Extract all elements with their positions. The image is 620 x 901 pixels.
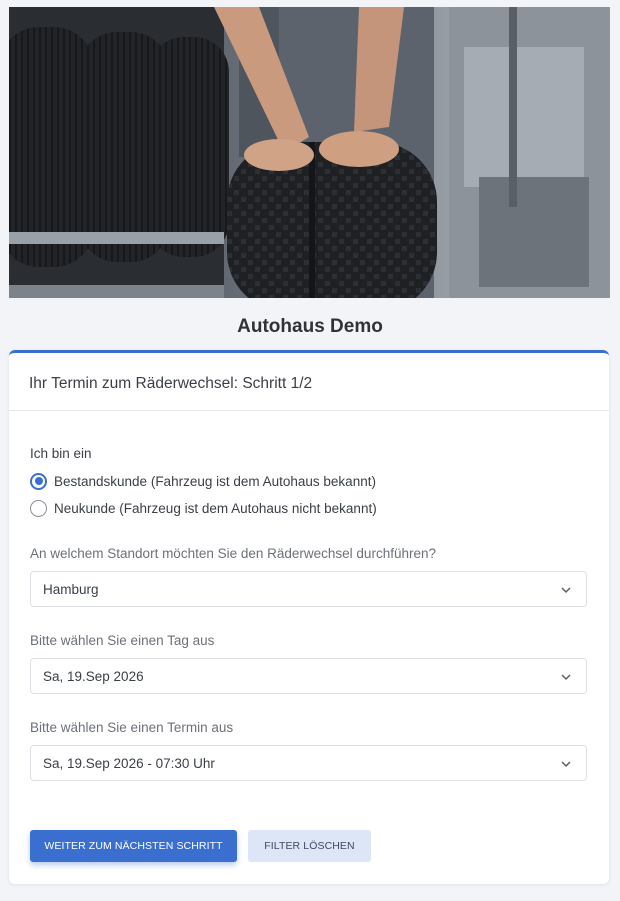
day-select-value: Sa, 19.Sep 2026: [43, 668, 144, 684]
slot-select-value: Sa, 19.Sep 2026 - 07:30 Uhr: [43, 755, 215, 771]
location-select-value: Hamburg: [43, 581, 99, 597]
slot-label: Bitte wählen Sie einen Termin aus: [30, 720, 234, 735]
chevron-down-icon: [561, 587, 571, 594]
radio-unchecked-icon[interactable]: [30, 499, 47, 517]
tire-photo-illustration: [9, 7, 610, 298]
day-label: Bitte wählen Sie einen Tag aus: [30, 633, 215, 648]
customer-type-label: Ich bin ein: [30, 446, 92, 461]
booking-card: Ihr Termin zum Räderwechsel: Schritt 1/2…: [9, 350, 609, 884]
clear-filter-button[interactable]: FILTER LÖSCHEN: [248, 830, 371, 862]
hero-image: [9, 7, 610, 298]
radio-checked-icon[interactable]: [30, 472, 47, 490]
chevron-down-icon: [561, 674, 571, 681]
page-title: Autohaus Demo: [237, 316, 383, 337]
location-label: An welchem Standort möchten Sie den Räde…: [30, 546, 436, 561]
location-select[interactable]: Hamburg: [30, 571, 587, 607]
radio-existing-customer-label: Bestandskunde (Fahrzeug ist dem Autohaus…: [54, 473, 376, 489]
radio-new-customer-label: Neukunde (Fahrzeug ist dem Autohaus nich…: [54, 500, 377, 516]
chevron-down-icon: [561, 761, 571, 768]
radio-existing-customer[interactable]: Bestandskunde (Fahrzeug ist dem Autohaus…: [30, 471, 376, 491]
radio-new-customer[interactable]: Neukunde (Fahrzeug ist dem Autohaus nich…: [30, 498, 377, 518]
next-step-button[interactable]: WEITER ZUM NÄCHSTEN SCHRITT: [30, 830, 237, 862]
day-select[interactable]: Sa, 19.Sep 2026: [30, 658, 587, 694]
slot-select[interactable]: Sa, 19.Sep 2026 - 07:30 Uhr: [30, 745, 587, 781]
card-header: Ihr Termin zum Räderwechsel: Schritt 1/2: [9, 353, 609, 411]
